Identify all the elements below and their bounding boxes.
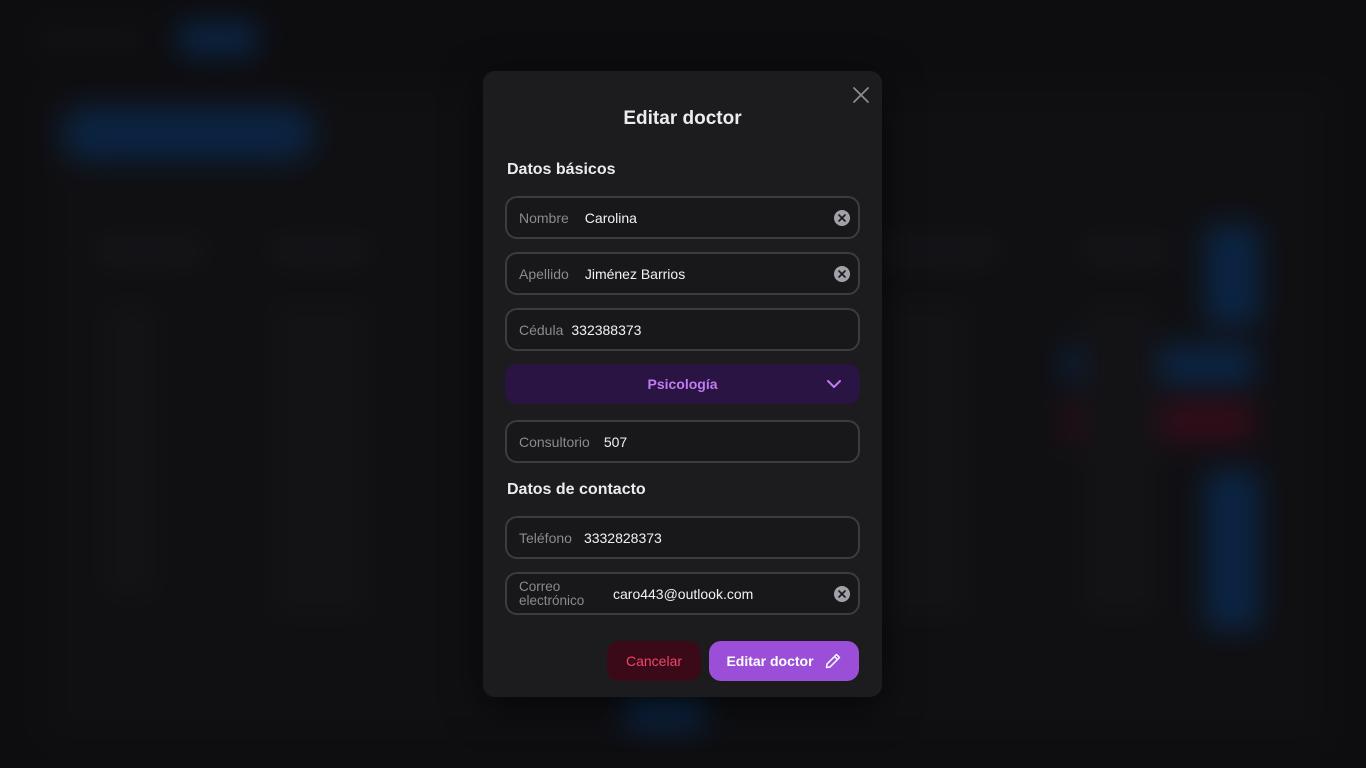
nombre-input[interactable] bbox=[584, 209, 834, 226]
cedula-input[interactable] bbox=[571, 321, 858, 338]
modal-title: Editar doctor bbox=[623, 108, 742, 129]
clear-nombre-icon[interactable] bbox=[834, 209, 850, 226]
section-title-basic: Datos básicos bbox=[507, 161, 616, 178]
close-icon bbox=[853, 87, 869, 103]
cedula-field[interactable]: Cédula bbox=[505, 308, 860, 351]
telefono-input[interactable] bbox=[583, 529, 858, 546]
telefono-label: Teléfono bbox=[519, 529, 572, 546]
close-button[interactable] bbox=[850, 84, 872, 106]
correo-field[interactable]: Correo electrónico bbox=[505, 572, 860, 615]
consultorio-input[interactable] bbox=[603, 433, 858, 450]
nombre-label: Nombre bbox=[519, 209, 569, 226]
telefono-field[interactable]: Teléfono bbox=[505, 516, 860, 559]
especialidad-select[interactable]: Psicología bbox=[505, 364, 860, 404]
clear-correo-icon[interactable] bbox=[834, 585, 850, 602]
apellido-field[interactable]: Apellido bbox=[505, 252, 860, 295]
correo-input[interactable] bbox=[613, 585, 834, 602]
nombre-field[interactable]: Nombre bbox=[505, 196, 860, 239]
edit-doctor-button[interactable]: Editar doctor bbox=[709, 641, 859, 681]
apellido-label: Apellido bbox=[519, 265, 569, 282]
correo-label: Correo electrónico bbox=[519, 578, 585, 608]
consultorio-label: Consultorio bbox=[519, 433, 590, 450]
consultorio-field[interactable]: Consultorio bbox=[505, 420, 860, 463]
edit-doctor-label: Editar doctor bbox=[726, 653, 814, 669]
apellido-input[interactable] bbox=[584, 265, 834, 282]
section-title-contact: Datos de contacto bbox=[507, 481, 646, 498]
clear-apellido-icon[interactable] bbox=[834, 265, 850, 282]
pencil-icon bbox=[825, 653, 840, 669]
cancel-button[interactable]: Cancelar bbox=[607, 641, 701, 681]
chevron-down-icon bbox=[827, 380, 841, 388]
edit-doctor-modal: Editar doctor Datos básicos Nombre Apell… bbox=[483, 71, 882, 697]
especialidad-value: Psicología bbox=[647, 376, 718, 392]
cedula-label: Cédula bbox=[519, 321, 564, 338]
